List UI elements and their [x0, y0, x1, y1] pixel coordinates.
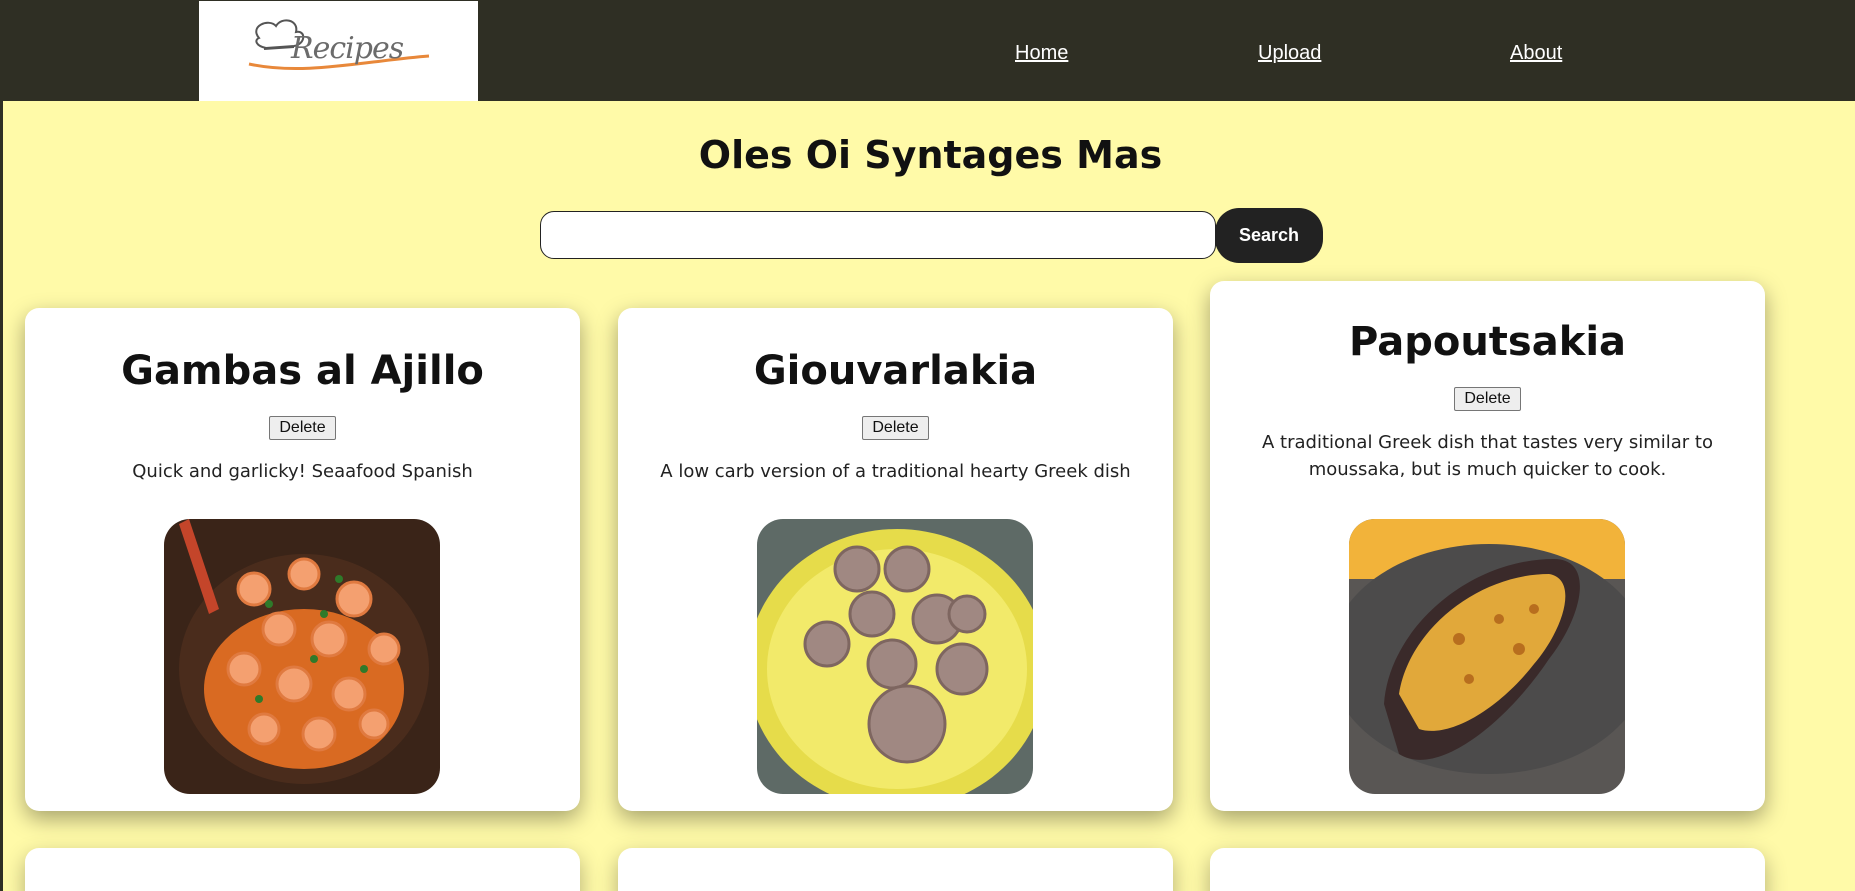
- recipe-description: Quick and garlicky! Seaafood Spanish: [132, 461, 473, 482]
- recipe-card: [618, 848, 1173, 891]
- recipe-title: Papoutsakia: [1348, 319, 1627, 365]
- nav-home-link[interactable]: Home: [1015, 42, 1068, 65]
- recipe-title: Giouvarlakia: [753, 348, 1038, 394]
- top-navbar: Recipes Home Upload About: [3, 0, 1855, 101]
- stuffed-eggplant-photo-icon[interactable]: [1349, 519, 1625, 794]
- logo-text: Recipes: [291, 31, 404, 66]
- page-title: Oles Oi Syntages Mas: [698, 133, 1163, 177]
- recipe-description: A low carb version of a traditional hear…: [660, 461, 1131, 482]
- recipe-card: Papoutsakia Delete A traditional Greek d…: [1210, 281, 1765, 811]
- recipe-card: [1210, 848, 1765, 891]
- nav-upload-link[interactable]: Upload: [1258, 42, 1321, 65]
- search-button[interactable]: Search: [1215, 208, 1323, 263]
- shrimp-dish-photo-icon[interactable]: [164, 519, 440, 794]
- recipe-card: Giouvarlakia Delete A low carb version o…: [618, 308, 1173, 811]
- search-input[interactable]: [540, 211, 1216, 259]
- nav-about-link[interactable]: About: [1510, 42, 1562, 65]
- recipe-title: Gambas al Ajillo: [121, 348, 484, 394]
- delete-button[interactable]: Delete: [1454, 387, 1521, 411]
- recipe-description: A traditional Greek dish that tastes ver…: [1262, 432, 1713, 480]
- recipe-card: Gambas al Ajillo Delete Quick and garlic…: [25, 308, 580, 811]
- recipe-card: [25, 848, 580, 891]
- meatball-soup-photo-icon[interactable]: [757, 519, 1033, 794]
- delete-button[interactable]: Delete: [269, 416, 336, 440]
- delete-button[interactable]: Delete: [862, 416, 929, 440]
- logo[interactable]: Recipes: [199, 1, 478, 101]
